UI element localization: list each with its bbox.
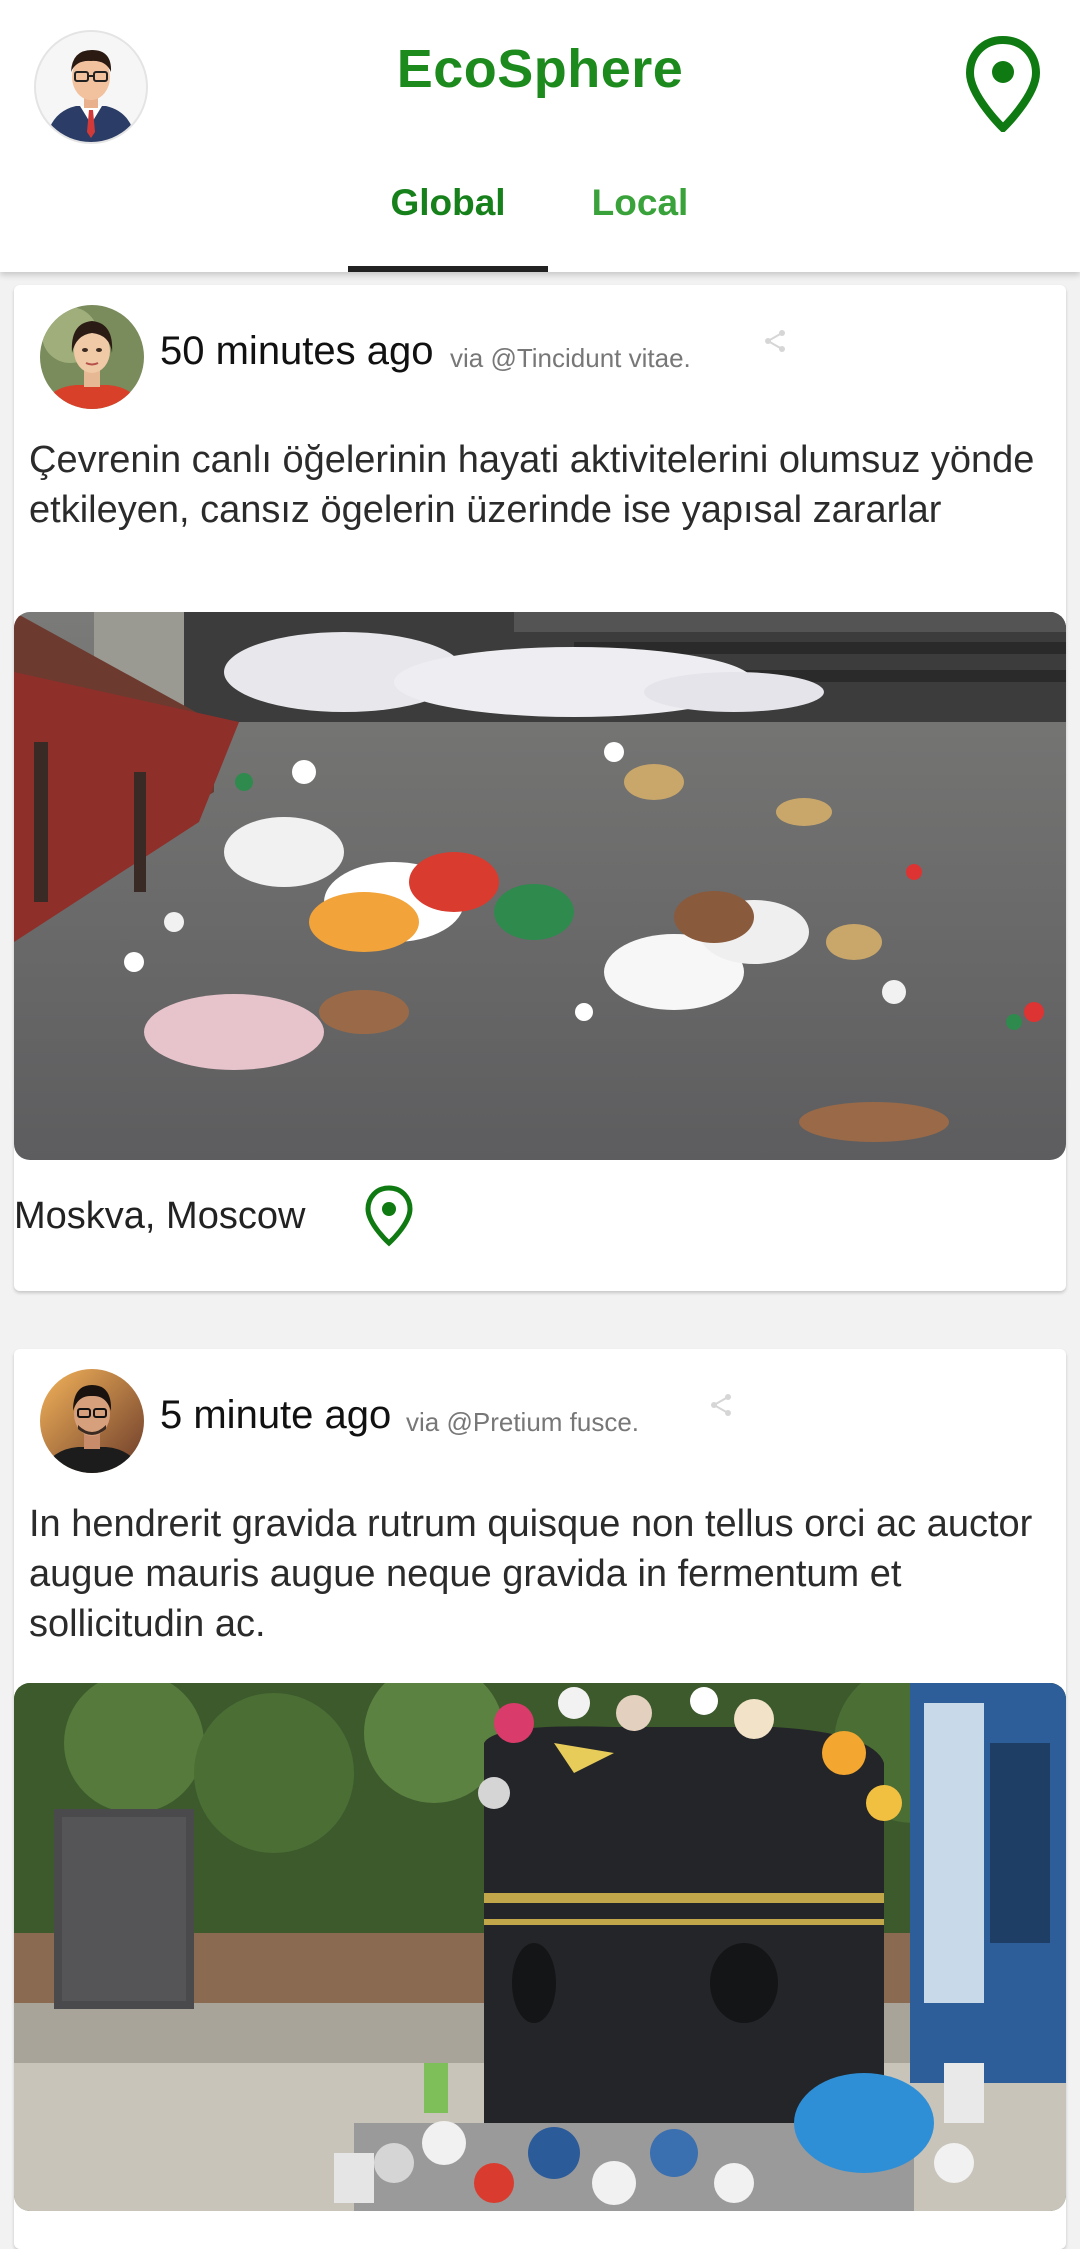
- top-app-bar: EcoSphere Global Local: [0, 0, 1080, 272]
- post-text: Çevrenin canlı öğelerinin hayati aktivit…: [29, 439, 1035, 531]
- active-tab-indicator: [348, 266, 548, 272]
- author-avatar[interactable]: [40, 305, 144, 409]
- overflowing-bin-photo[interactable]: [14, 1683, 1066, 2211]
- post-location: Moskva, Moscow: [14, 1175, 1066, 1255]
- location-pin-icon[interactable]: [364, 1185, 414, 1247]
- street-litter-photo[interactable]: [14, 612, 1066, 1160]
- post-card: 50 minutes ago via @Tincidunt vitae. Çev…: [14, 285, 1066, 1291]
- location-label: Moskva, Moscow: [14, 1195, 306, 1237]
- app-title: EcoSphere: [396, 39, 684, 99]
- tab-global[interactable]: Global: [348, 182, 548, 224]
- feed-tabs: Global Local: [0, 160, 1080, 272]
- post-author-handle[interactable]: via @Tincidunt vitae.: [450, 343, 691, 374]
- share-icon[interactable]: [762, 328, 788, 354]
- post-text: In hendrerit gravida rutrum quisque non …: [29, 1503, 1033, 1645]
- author-avatar[interactable]: [40, 1369, 144, 1473]
- post-card: 5 minute ago via @Pretium fusce. In hend…: [14, 1349, 1066, 2249]
- post-timestamp: 5 minute ago: [160, 1393, 392, 1437]
- post-author-handle[interactable]: via @Pretium fusce.: [406, 1407, 639, 1438]
- location-pin-icon[interactable]: [964, 36, 1042, 132]
- tab-local[interactable]: Local: [560, 182, 720, 224]
- post-timestamp: 50 minutes ago: [160, 329, 434, 373]
- share-icon[interactable]: [708, 1392, 734, 1418]
